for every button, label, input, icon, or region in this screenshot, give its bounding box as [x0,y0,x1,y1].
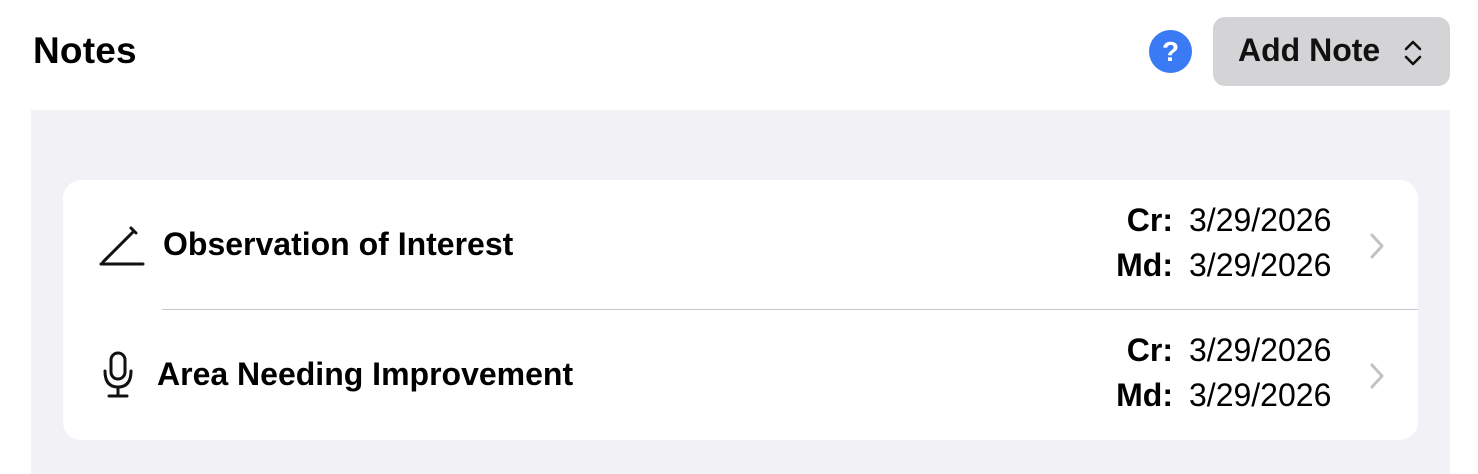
modified-label: Md: [1116,247,1173,283]
list-item[interactable]: Area Needing Improvement Cr: 3/29/2026 M… [63,310,1418,440]
notes-list: Observation of Interest Cr: 3/29/2026 Md… [63,180,1418,440]
created-label: Cr: [1126,332,1173,368]
created-date: 3/29/2026 [1189,332,1332,368]
pencil-icon [99,226,145,266]
note-dates: Cr: 3/29/2026 Md: 3/29/2026 [1103,330,1348,420]
notes-header: Notes ? Add Note [0,0,1478,110]
microphone-icon [103,351,133,398]
note-dates: Cr: 3/29/2026 Md: 3/29/2026 [1103,200,1348,290]
add-note-label: Add Note [1238,32,1381,68]
chevron-up-down-icon [1404,40,1422,66]
notes-panel: Observation of Interest Cr: 3/29/2026 Md… [31,110,1450,474]
chevron-right-icon [1370,233,1384,259]
chevron-right-icon [1370,363,1384,389]
modified-date: 3/29/2026 [1189,377,1332,413]
note-title: Observation of Interest [163,226,514,262]
note-title: Area Needing Improvement [157,356,574,392]
modified-label: Md: [1116,377,1173,413]
created-date: 3/29/2026 [1189,202,1332,238]
modified-date: 3/29/2026 [1189,247,1332,283]
page-title: Notes [33,30,137,71]
created-label: Cr: [1126,202,1173,238]
help-button[interactable]: ? [1149,30,1192,73]
add-note-button[interactable]: Add Note [1213,17,1450,86]
list-item[interactable]: Observation of Interest Cr: 3/29/2026 Md… [63,180,1418,310]
